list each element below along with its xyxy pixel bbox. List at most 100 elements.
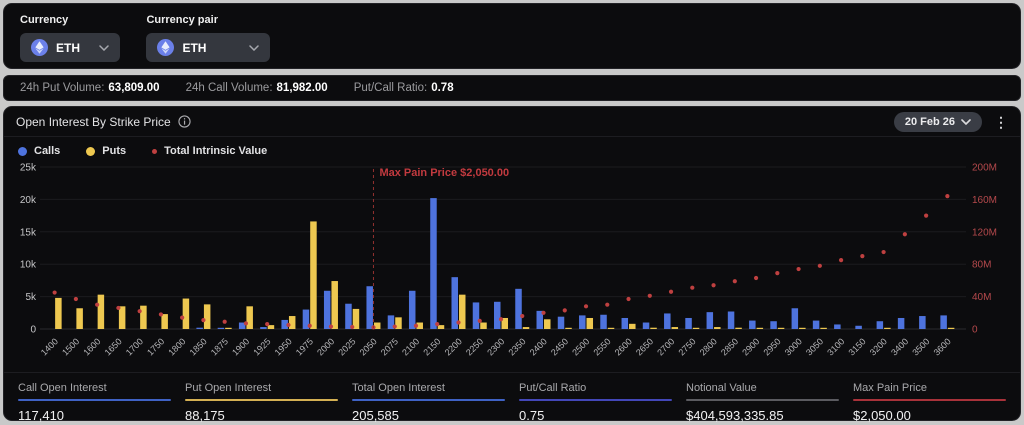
svg-text:2950: 2950 xyxy=(762,336,783,357)
svg-text:2100: 2100 xyxy=(400,336,421,357)
svg-text:2150: 2150 xyxy=(421,336,442,357)
put-call-ratio-stat: Put/Call Ratio:0.78 xyxy=(354,82,454,94)
svg-text:Max Pain Price $2,050.00: Max Pain Price $2,050.00 xyxy=(379,167,509,179)
currency-label: Currency xyxy=(20,14,120,26)
svg-text:1600: 1600 xyxy=(81,336,102,357)
svg-text:0: 0 xyxy=(972,325,978,336)
summary-stats-row: Call Open Interest 117,410 Put Open Intere… xyxy=(4,372,1020,423)
svg-text:3400: 3400 xyxy=(889,336,910,357)
currency-controls-panel: Currency ETH Currency pair ETH xyxy=(3,3,1021,69)
svg-text:0: 0 xyxy=(30,325,36,336)
svg-text:2350: 2350 xyxy=(506,336,527,357)
svg-text:3500: 3500 xyxy=(910,336,931,357)
svg-text:3050: 3050 xyxy=(804,336,825,357)
svg-text:120M: 120M xyxy=(972,227,997,238)
svg-text:2200: 2200 xyxy=(443,336,464,357)
svg-text:2000: 2000 xyxy=(315,336,336,357)
chart-title: Open Interest By Strike Price xyxy=(16,115,171,129)
chevron-down-icon xyxy=(961,119,971,125)
intrinsic-dot-icon xyxy=(152,149,157,154)
svg-text:200M: 200M xyxy=(972,163,997,174)
info-icon[interactable] xyxy=(178,115,191,128)
stat-underline xyxy=(18,399,171,401)
svg-text:1900: 1900 xyxy=(230,336,251,357)
chevron-down-icon xyxy=(249,45,259,51)
svg-text:1500: 1500 xyxy=(60,336,81,357)
summary-stat-label: Put/Call Ratio xyxy=(519,382,672,394)
expiry-date-select[interactable]: 20 Feb 26 xyxy=(894,112,982,132)
legend-item-intrinsic[interactable]: Total Intrinsic Value xyxy=(152,145,267,157)
kebab-menu-icon[interactable]: ⋮ xyxy=(994,115,1008,129)
svg-text:2450: 2450 xyxy=(549,336,570,357)
svg-text:3200: 3200 xyxy=(868,336,889,357)
summary-stat-label: Put Open Interest xyxy=(185,382,338,394)
summary-stat-value: 88,175 xyxy=(185,408,338,423)
chart-header: Open Interest By Strike Price 20 Feb 26 … xyxy=(4,107,1020,137)
currency-pair-label: Currency pair xyxy=(146,14,270,26)
svg-text:25k: 25k xyxy=(20,163,37,174)
summary-stat-value: $404,593,335.85 xyxy=(686,408,839,423)
svg-text:1400: 1400 xyxy=(39,336,60,357)
daily-volume-bar: 24h Put Volume:63,809.00 24h Call Volume… xyxy=(3,75,1021,101)
svg-text:1875: 1875 xyxy=(209,336,230,357)
svg-text:2850: 2850 xyxy=(719,336,740,357)
svg-text:80M: 80M xyxy=(972,260,991,271)
currency-pair-select-value: ETH xyxy=(182,41,241,55)
svg-text:2750: 2750 xyxy=(676,336,697,357)
summary-stat-value: 117,410 xyxy=(18,408,171,423)
stat-underline xyxy=(686,399,839,401)
summary-stat-label: Total Open Interest xyxy=(352,382,505,394)
stat-underline xyxy=(519,399,672,401)
eth-coin-icon xyxy=(157,39,174,56)
currency-select[interactable]: ETH xyxy=(20,33,120,62)
summary-stat: Total Open Interest 205,585 xyxy=(352,382,505,423)
legend-item-calls[interactable]: Calls xyxy=(18,145,60,157)
stat-underline xyxy=(853,399,1006,401)
currency-pair-select[interactable]: ETH xyxy=(146,33,270,62)
svg-text:2650: 2650 xyxy=(634,336,655,357)
summary-stat-value: 205,585 xyxy=(352,408,505,423)
svg-text:1925: 1925 xyxy=(251,336,272,357)
summary-stat-label: Notional Value xyxy=(686,382,839,394)
svg-text:2550: 2550 xyxy=(591,336,612,357)
svg-text:2700: 2700 xyxy=(655,336,676,357)
svg-text:2025: 2025 xyxy=(336,336,357,357)
summary-stat: Put/Call Ratio 0.75 xyxy=(519,382,672,423)
svg-text:2600: 2600 xyxy=(613,336,634,357)
summary-stat-label: Max Pain Price xyxy=(853,382,1006,394)
svg-text:1750: 1750 xyxy=(145,336,166,357)
calls-dot-icon xyxy=(18,147,27,156)
svg-text:3150: 3150 xyxy=(847,336,868,357)
chevron-down-icon xyxy=(99,45,109,51)
summary-stat: Max Pain Price $2,050.00 xyxy=(853,382,1006,423)
svg-text:3600: 3600 xyxy=(932,336,953,357)
open-interest-panel: Open Interest By Strike Price 20 Feb 26 … xyxy=(3,106,1021,421)
expiry-date-value: 20 Feb 26 xyxy=(905,116,955,128)
summary-stat-value: $2,050.00 xyxy=(853,408,1006,423)
stat-underline xyxy=(185,399,338,401)
svg-text:1975: 1975 xyxy=(294,336,315,357)
eth-coin-icon xyxy=(31,39,48,56)
svg-text:1700: 1700 xyxy=(124,336,145,357)
open-interest-chart[interactable]: 005k40M10k80M15k120M20k160M25k200M140015… xyxy=(10,161,1016,367)
svg-text:1950: 1950 xyxy=(273,336,294,357)
svg-text:5k: 5k xyxy=(25,292,37,303)
svg-text:40M: 40M xyxy=(972,292,991,303)
summary-stat-label: Call Open Interest xyxy=(18,382,171,394)
summary-stat-value: 0.75 xyxy=(519,408,672,423)
currency-select-value: ETH xyxy=(56,41,91,55)
svg-text:2300: 2300 xyxy=(485,336,506,357)
svg-text:15k: 15k xyxy=(20,227,37,238)
summary-stat: Notional Value $404,593,335.85 xyxy=(686,382,839,423)
svg-text:2250: 2250 xyxy=(464,336,485,357)
svg-text:1850: 1850 xyxy=(188,336,209,357)
svg-text:2900: 2900 xyxy=(740,336,761,357)
chart-plot-area[interactable]: 005k40M10k80M15k120M20k160M25k200M140015… xyxy=(4,159,1020,372)
svg-text:2500: 2500 xyxy=(570,336,591,357)
svg-text:2050: 2050 xyxy=(358,336,379,357)
svg-text:2075: 2075 xyxy=(379,336,400,357)
svg-text:3100: 3100 xyxy=(825,336,846,357)
svg-text:1650: 1650 xyxy=(103,336,124,357)
chart-legend: Calls Puts Total Intrinsic Value xyxy=(4,137,1020,159)
legend-item-puts[interactable]: Puts xyxy=(86,145,126,157)
